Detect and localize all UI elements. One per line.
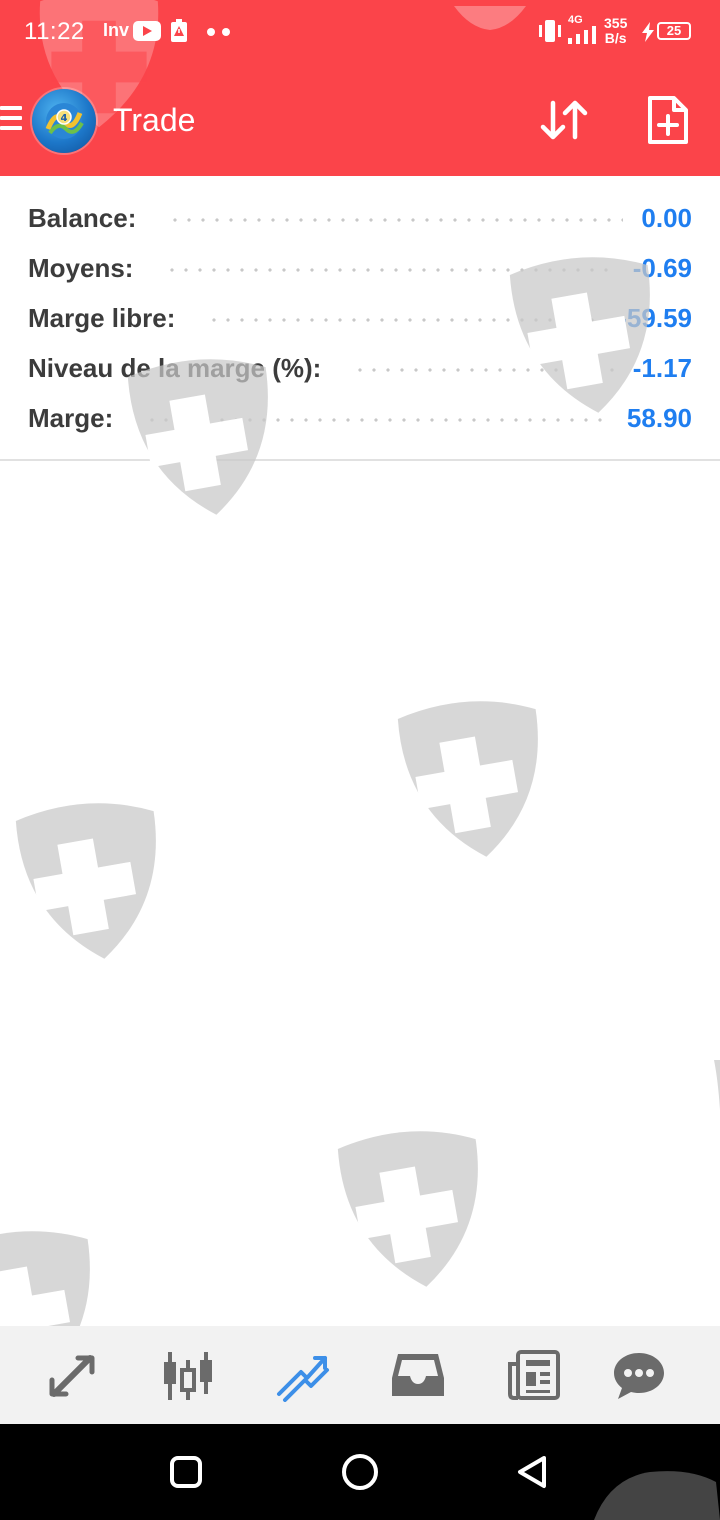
quotes-arrows-icon[interactable] [44,1350,100,1402]
account-row-value: -0.69 [632,252,692,283]
account-row-value: 0.00 [641,202,692,233]
status-time: 11:22 [24,18,85,45]
network-speed: 355 B/s [604,16,627,46]
account-row: Balance: 0.00 [28,198,692,238]
watermark-shield-icon [594,1471,720,1520]
logo-badge: 4 [61,113,68,124]
menu-icon[interactable] [0,106,22,134]
watermark-shield-icon [337,1131,478,1287]
account-row: Moyens: -0.69 [28,248,692,288]
youtube-icon [133,21,161,41]
network-signal-icon: 4G [566,14,598,46]
account-row-value: -1.17 [632,352,692,383]
history-inbox-icon[interactable] [390,1350,446,1402]
account-row-label: Niveau de la marge (%): [28,352,322,383]
divider [0,459,720,461]
account-row-label: Marge: [28,402,114,433]
bottom-tab-bar [0,1326,720,1424]
trade-trend-icon[interactable] [275,1350,331,1402]
dotted-leader [207,318,601,322]
metatrader-logo-icon: 4 [45,103,84,139]
watermark-shield-icon [714,1060,720,1110]
speed-value: 355 [604,15,628,31]
vibrate-icon [539,20,561,42]
account-summary: Balance: 0.00 Moyens: -0.69 Marge libre:… [0,176,720,460]
back-icon[interactable] [514,1454,550,1490]
dotted-leader [145,418,609,422]
candlestick-chart-icon[interactable] [160,1350,216,1402]
app-logo: 4 [32,89,96,153]
warning-icon [171,19,187,42]
recent-apps-icon[interactable] [168,1454,204,1490]
account-row-label: Marge libre: [28,302,176,333]
account-row: Marge libre: -59.59 [28,298,692,338]
sort-icon[interactable] [538,97,590,143]
system-nav-bar [0,1424,720,1520]
dotted-leader [168,218,624,222]
news-icon[interactable] [506,1350,562,1402]
account-row-label: Moyens: [28,252,134,283]
home-icon[interactable] [340,1452,380,1492]
account-row: Niveau de la marge (%): -1.17 [28,348,692,388]
more-notifications-icon [207,28,230,36]
messages-chat-icon[interactable] [611,1350,667,1402]
speed-unit: B/s [604,30,627,46]
page-title: Trade [113,102,196,138]
battery-level: 25 [657,22,691,40]
top-bar: 11:22 Inv 4G 355 B/s 25 4 Trade [0,0,720,176]
dotted-leader [165,268,615,272]
charging-icon [642,22,654,42]
app-bar: 4 Trade [0,64,720,176]
watermark-shield-icon [397,701,538,857]
dotted-leader [353,368,615,372]
account-row-value: -59.59 [618,302,692,333]
account-row-value: 58.90 [626,402,692,433]
network-type: 4G [568,14,583,26]
new-order-icon[interactable] [646,94,690,146]
watermark-shield-icon [15,803,156,959]
status-bar: 11:22 Inv 4G 355 B/s 25 [0,0,720,64]
notification-text: Inv [103,20,130,40]
account-row: Marge: 58.90 [28,398,692,438]
screen: 11:22 Inv 4G 355 B/s 25 4 Trade Balance:… [0,0,720,1520]
account-row-label: Balance: [28,202,137,233]
